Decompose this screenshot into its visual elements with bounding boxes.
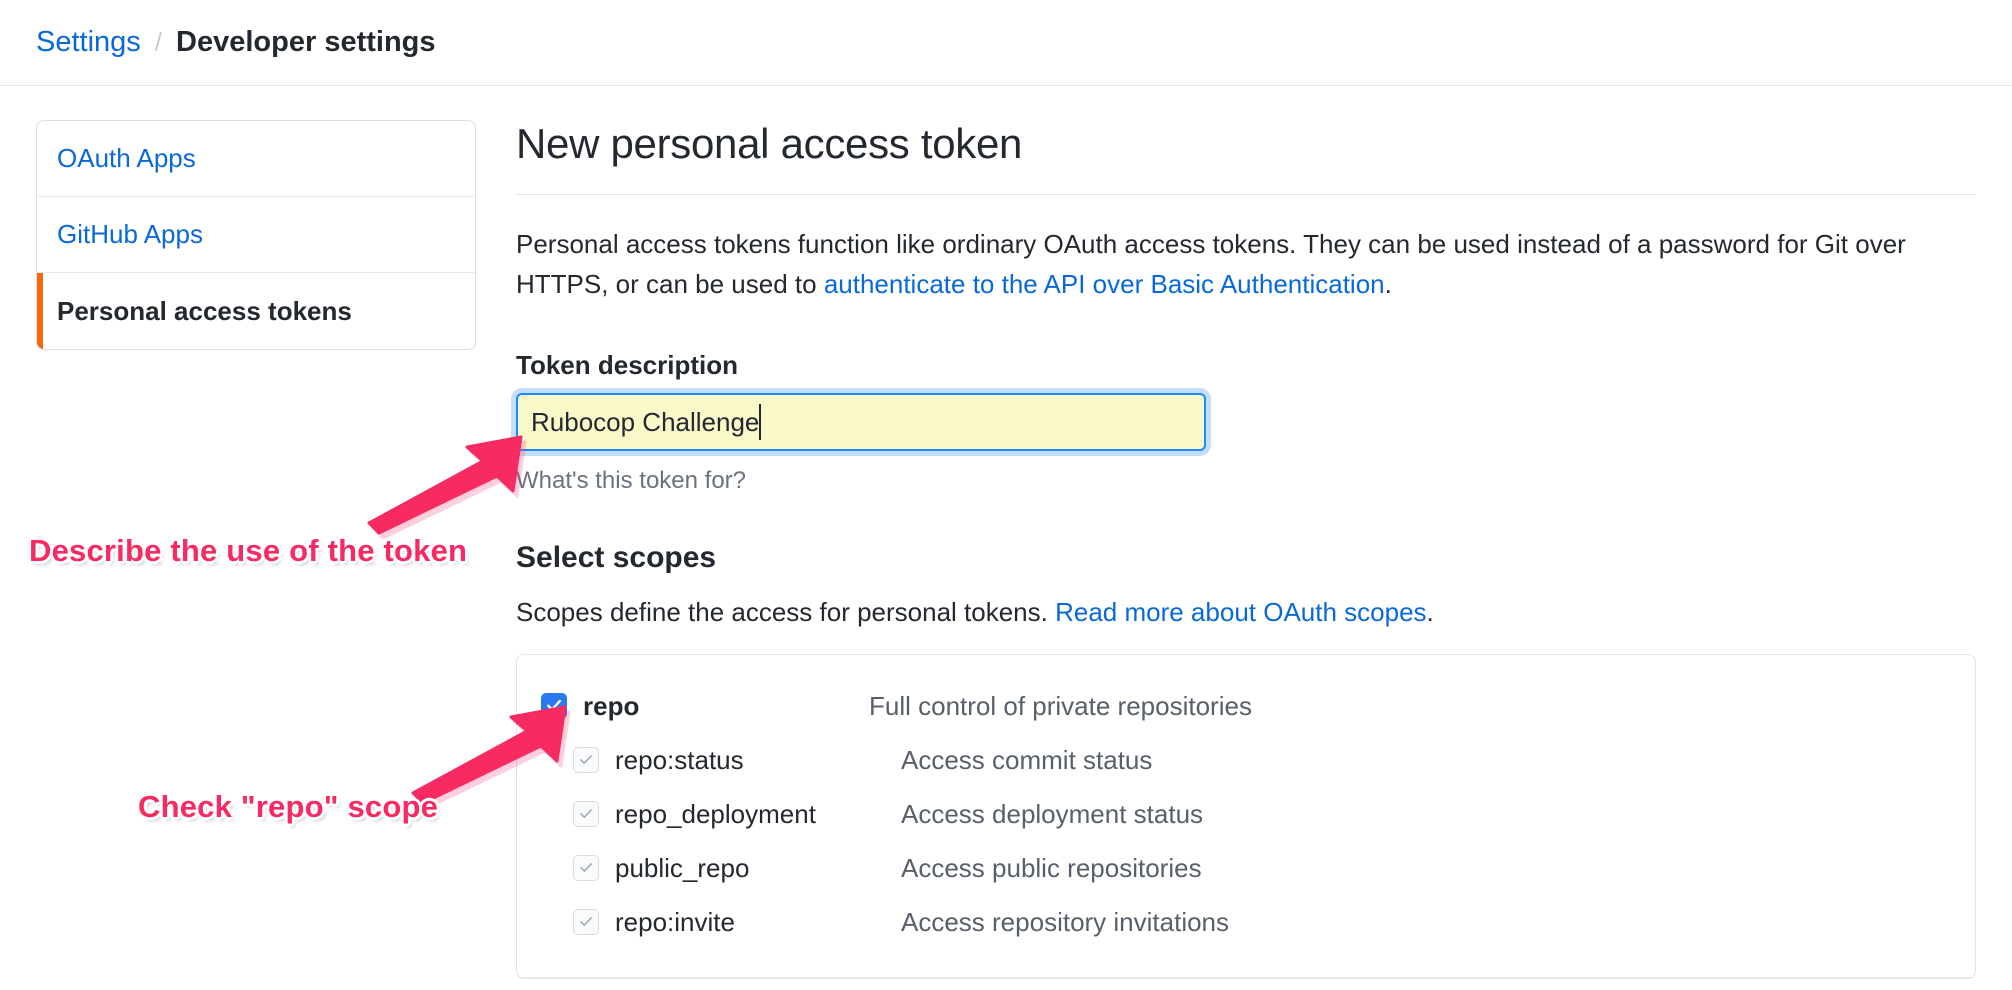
scope-row-repo-status: repo:status Access commit status <box>517 733 1975 787</box>
scope-row-repo-invite: repo:invite Access repository invitation… <box>517 895 1975 949</box>
scope-row-repo-deployment: repo_deployment Access deployment status <box>517 787 1975 841</box>
select-scopes-title: Select scopes <box>516 541 717 575</box>
token-description-hint: What's this token for? <box>516 467 747 495</box>
sidebar-item-github-apps[interactable]: GitHub Apps <box>37 197 475 273</box>
scopes-panel: repo Full control of private repositorie… <box>516 654 1976 980</box>
scopes-desc-after: . <box>1426 597 1434 628</box>
intro-text-after: . <box>1384 268 1392 299</box>
sidebar-item-personal-access-tokens[interactable]: Personal access tokens <box>37 273 475 349</box>
page-header: Settings / Developer settings <box>0 0 2012 86</box>
scope-row-repo[interactable]: repo Full control of private repositorie… <box>517 679 1975 733</box>
sidebar-item-label: Personal access tokens <box>57 295 352 326</box>
page-title: New personal access token <box>516 120 1023 167</box>
title-divider <box>516 194 1976 195</box>
sidebar-item-oauth-apps[interactable]: OAuth Apps <box>37 121 475 197</box>
select-scopes-description: Scopes define the access for personal to… <box>516 597 1976 628</box>
scope-description: Access commit status <box>901 744 1153 775</box>
checkbox-repo[interactable] <box>541 693 567 720</box>
token-description-label: Token description <box>516 350 738 381</box>
checkbox-repo-deployment <box>573 801 599 828</box>
settings-sidebar: OAuth Apps GitHub Apps Personal access t… <box>36 120 476 350</box>
breadcrumb-separator: / <box>154 27 163 57</box>
checkbox-repo-status <box>573 747 599 774</box>
scopes-group-divider <box>517 977 1975 979</box>
scopes-desc-before: Scopes define the access for personal to… <box>516 597 1056 628</box>
scope-name: repo_deployment <box>615 798 816 829</box>
sidebar-item-label: OAuth Apps <box>57 143 196 173</box>
breadcrumb-current: Developer settings <box>176 26 436 58</box>
oauth-scopes-link[interactable]: Read more about OAuth scopes <box>1055 597 1426 627</box>
scope-description: Access repository invitations <box>901 906 1230 937</box>
token-description-input[interactable] <box>516 393 1206 452</box>
sidebar-item-label: GitHub Apps <box>57 219 203 249</box>
token-description-field-wrap <box>516 393 1206 452</box>
scope-name: repo:invite <box>615 906 735 937</box>
main-content: New personal access token Personal acces… <box>476 120 1976 980</box>
checkbox-repo-invite <box>573 909 599 936</box>
breadcrumb-link-settings[interactable]: Settings <box>36 26 141 59</box>
breadcrumb: Settings / Developer settings <box>36 26 436 59</box>
scope-description: Access public repositories <box>901 852 1202 883</box>
scope-name: repo:status <box>615 744 744 775</box>
basic-auth-link[interactable]: authenticate to the API over Basic Authe… <box>824 269 1385 299</box>
scope-description: Full control of private repositories <box>869 690 1252 721</box>
annotation-describe-token-use: Describe the use of the token <box>29 533 468 568</box>
intro-paragraph: Personal access tokens function like ord… <box>516 225 1976 304</box>
scope-name: repo <box>583 690 640 721</box>
checkbox-public-repo <box>573 855 599 882</box>
scope-row-public-repo: public_repo Access public repositories <box>517 841 1975 895</box>
scope-name: public_repo <box>615 852 750 883</box>
annotation-check-repo-scope: Check "repo" scope <box>138 789 439 824</box>
scope-description: Access deployment status <box>901 798 1204 829</box>
